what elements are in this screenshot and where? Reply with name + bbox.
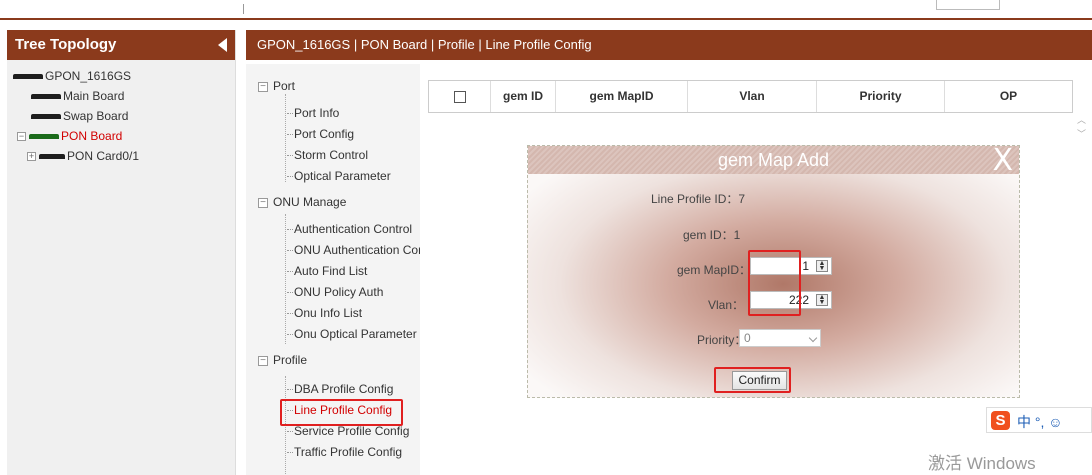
- board-icon: [31, 94, 61, 100]
- collapse-icon[interactable]: −: [17, 132, 26, 142]
- tree-node-label: PON Card0/1: [67, 149, 140, 163]
- menu-item-onu-authentication[interactable]: ONU Authentication Cor: [246, 240, 420, 261]
- ime-toolbar[interactable]: S 中 °, ☺: [986, 407, 1092, 433]
- line-profile-id: Line Profile ID：7: [651, 192, 746, 206]
- tree-node-label: PON Board: [61, 129, 123, 143]
- expand-icon[interactable]: +: [27, 152, 36, 162]
- collapse-icon[interactable]: −: [258, 81, 268, 92]
- select-all-checkbox[interactable]: [453, 90, 466, 103]
- menu-group-label: Port: [273, 79, 296, 93]
- menu-group-label: Profile: [273, 353, 308, 367]
- sogou-logo-icon: S: [991, 411, 1010, 430]
- collapse-panel-icon[interactable]: [218, 38, 227, 52]
- menu-item-port-info[interactable]: Port Info: [246, 103, 420, 124]
- gem-mapid-label: gem MapID：: [677, 263, 752, 277]
- menu-group-profile[interactable]: − Profile: [246, 349, 420, 371]
- highlight-confirm: [714, 367, 791, 393]
- collapse-icon[interactable]: −: [258, 355, 268, 366]
- priority-value: 0: [744, 331, 751, 345]
- tree-node-label: GPON_1616GS: [45, 69, 132, 83]
- tree-topology-title: Tree Topology: [15, 36, 117, 53]
- menu-item-dba-profile-config[interactable]: DBA Profile Config: [246, 379, 420, 400]
- menu-item-port-config[interactable]: Port Config: [246, 124, 420, 145]
- breadcrumb: GPON_1616GS | PON Board | Profile | Line…: [246, 30, 1092, 60]
- select-all-cell: [429, 81, 491, 112]
- menu-group-onu-manage[interactable]: − ONU Manage: [246, 191, 420, 213]
- gem-id-value: gem ID：1: [683, 228, 741, 242]
- top-divider: [243, 4, 244, 14]
- menu-item-optical-parameter[interactable]: Optical Parameter: [246, 166, 420, 187]
- menu-item-onu-policy-auth[interactable]: ONU Policy Auth: [246, 282, 420, 303]
- menu-item-traffic-profile-config[interactable]: Traffic Profile Config: [246, 442, 420, 463]
- table-scrollbar[interactable]: ︿ ﹀: [1073, 113, 1090, 145]
- highlight-inputs: [748, 250, 801, 316]
- top-bar: [0, 0, 1092, 20]
- highlight-line-profile: [280, 399, 403, 426]
- priority-select[interactable]: 0: [739, 329, 821, 347]
- tree-topology-panel: Tree Topology GPON_1616GS Main Board Swa…: [7, 30, 236, 475]
- collapse-icon[interactable]: −: [258, 197, 268, 208]
- tree-node-root[interactable]: GPON_1616GS: [7, 66, 235, 86]
- menu-item-auto-find-list[interactable]: Auto Find List: [246, 261, 420, 282]
- tree-node-label: Swap Board: [63, 109, 129, 123]
- col-priority[interactable]: Priority: [817, 81, 945, 112]
- tree-node-label: Main Board: [63, 89, 125, 103]
- tree-node-pon-card[interactable]: + PON Card0/1: [7, 146, 235, 166]
- board-icon: [31, 114, 61, 120]
- col-gem-mapid[interactable]: gem MapID: [556, 81, 688, 112]
- chevron-down-icon: [808, 333, 818, 343]
- col-op[interactable]: OP: [945, 81, 1072, 112]
- gem-map-table-header: gem ID gem MapID Vlan Priority OP: [428, 80, 1073, 113]
- spinner-arrows-icon[interactable]: ▲ ▼: [816, 260, 828, 272]
- menu-item-storm-control[interactable]: Storm Control: [246, 145, 420, 166]
- menu-group-port[interactable]: − Port: [246, 75, 420, 97]
- menu-item-onu-info-list[interactable]: Onu Info List: [246, 303, 420, 324]
- menu-item-authentication-control[interactable]: Authentication Control: [246, 219, 420, 240]
- vlan-label: Vlan：: [708, 298, 745, 312]
- tree-topology-header: Tree Topology: [7, 30, 235, 60]
- device-tree: GPON_1616GS Main Board Swap Board − PON B…: [7, 60, 235, 166]
- activate-windows-watermark: 激活 Windows: [928, 454, 1036, 473]
- top-dropdown[interactable]: [936, 0, 1000, 10]
- tree-node-swap-board[interactable]: Swap Board: [7, 106, 235, 126]
- tree-node-pon-board[interactable]: − PON Board: [7, 126, 235, 146]
- menu-group-label: ONU Manage: [273, 195, 347, 209]
- board-icon: [29, 134, 59, 140]
- device-icon: [13, 74, 43, 80]
- ime-status-text: 中 °, ☺: [1017, 414, 1063, 430]
- spinner-arrows-icon[interactable]: ▲ ▼: [816, 294, 828, 306]
- top-accent-line: [0, 18, 1092, 20]
- dialog-title: gem Map Add: [528, 146, 1019, 174]
- menu-item-onu-optical-parameter[interactable]: Onu Optical Parameter: [246, 324, 420, 345]
- scroll-down-icon[interactable]: ﹀: [1073, 127, 1090, 141]
- tree-node-main-board[interactable]: Main Board: [7, 86, 235, 106]
- col-vlan[interactable]: Vlan: [688, 81, 817, 112]
- scroll-up-icon[interactable]: ︿: [1073, 113, 1090, 127]
- col-gem-id[interactable]: gem ID: [491, 81, 556, 112]
- card-icon: [39, 154, 65, 160]
- close-icon[interactable]: X: [992, 146, 1013, 178]
